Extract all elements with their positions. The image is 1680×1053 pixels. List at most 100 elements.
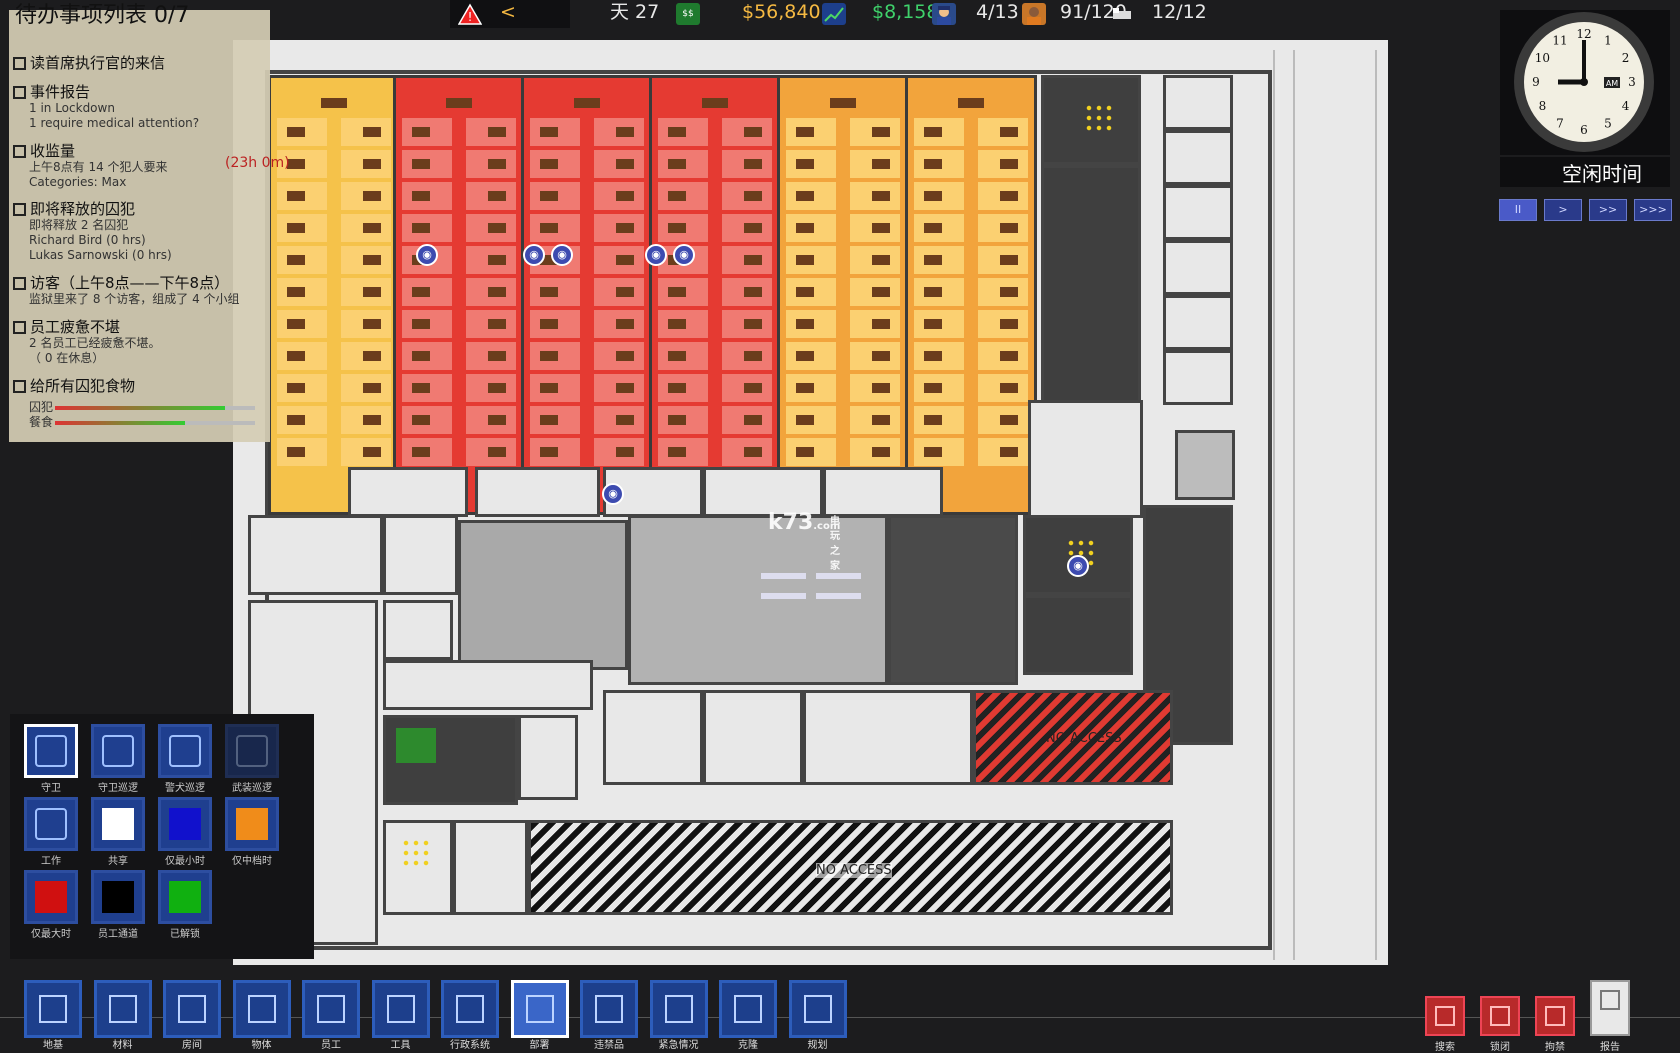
prison-cell[interactable] — [594, 374, 644, 402]
prison-cell[interactable] — [402, 374, 452, 402]
prison-cell[interactable] — [978, 214, 1028, 242]
prison-cell[interactable] — [850, 182, 900, 210]
todo-checkbox[interactable] — [13, 277, 26, 290]
cell-block-max-2[interactable] — [521, 75, 653, 515]
prison-cell[interactable] — [914, 406, 964, 434]
prison-cell[interactable] — [722, 374, 772, 402]
prison-cell[interactable] — [658, 278, 708, 306]
toolbar-staff-button[interactable] — [302, 980, 360, 1038]
prison-cell[interactable] — [722, 182, 772, 210]
guard-unit[interactable]: ◉ — [523, 244, 545, 266]
room[interactable] — [703, 690, 803, 785]
palette-staff-only-button[interactable] — [91, 870, 145, 924]
todo-item[interactable]: 收监量 — [13, 140, 75, 161]
speed-fastest-button[interactable]: >>> — [1634, 199, 1672, 221]
shower-room[interactable] — [888, 515, 1018, 685]
prison-cell[interactable] — [530, 214, 580, 242]
prison-cell[interactable] — [722, 310, 772, 338]
prison-cell[interactable] — [341, 310, 391, 338]
prison-cell[interactable] — [594, 150, 644, 178]
room[interactable] — [383, 600, 453, 660]
toolbar-emergency-button[interactable] — [649, 980, 708, 1038]
room[interactable] — [518, 715, 578, 800]
toolbar-contraband-button[interactable] — [580, 980, 638, 1038]
prison-cell[interactable] — [277, 246, 327, 274]
prison-cell[interactable] — [277, 374, 327, 402]
prison-cell[interactable] — [786, 246, 836, 274]
prison-cell[interactable] — [594, 214, 644, 242]
cell-block-max-3[interactable] — [649, 75, 781, 515]
guard-unit[interactable]: ◉ — [1067, 555, 1089, 577]
todo-item[interactable]: 员工疲惫不堪 — [13, 316, 120, 337]
prison-cell[interactable] — [341, 342, 391, 370]
cell-block-max-1[interactable] — [393, 75, 525, 515]
no-access-zone-1[interactable]: NO ACCESS — [973, 690, 1173, 785]
prison-cell[interactable] — [277, 438, 327, 466]
prison-cell[interactable] — [341, 118, 391, 146]
prison-cell[interactable] — [530, 374, 580, 402]
prison-cell[interactable] — [594, 342, 644, 370]
prison-cell[interactable] — [530, 406, 580, 434]
prison-cell[interactable] — [658, 182, 708, 210]
room[interactable] — [383, 715, 518, 805]
prison-cell[interactable] — [277, 182, 327, 210]
prison-cell[interactable] — [722, 342, 772, 370]
toolbar-planning-button[interactable] — [788, 980, 847, 1038]
prison-cell[interactable] — [978, 150, 1028, 178]
prison-cell[interactable] — [594, 406, 644, 434]
room[interactable] — [348, 467, 468, 517]
prison-cell[interactable] — [341, 214, 391, 242]
prison-cell[interactable] — [786, 406, 836, 434]
toolbar-foundation-button[interactable] — [24, 980, 82, 1038]
room[interactable] — [383, 515, 458, 595]
room[interactable] — [1041, 165, 1141, 415]
palette-armed-patrol-button[interactable] — [225, 724, 279, 778]
palette-guard-patrol-button[interactable] — [91, 724, 145, 778]
prison-cell[interactable] — [277, 214, 327, 242]
todo-item[interactable]: 读首席执行官的来信 — [13, 52, 165, 73]
toolbar-bureaucracy-button[interactable] — [441, 980, 499, 1038]
prison-cell[interactable] — [978, 182, 1028, 210]
prison-cell[interactable] — [402, 310, 452, 338]
toolbar-utilities-button[interactable] — [371, 980, 430, 1038]
prison-cell[interactable] — [850, 374, 900, 402]
prison-cell[interactable] — [978, 438, 1028, 466]
prison-cell[interactable] — [658, 406, 708, 434]
prison-cell[interactable] — [466, 150, 516, 178]
prison-cell[interactable] — [530, 118, 580, 146]
prison-cell[interactable] — [658, 342, 708, 370]
guard-unit[interactable]: ◉ — [602, 483, 624, 505]
no-access-zone-2[interactable]: NO ACCESS — [528, 820, 1173, 915]
prison-cell[interactable] — [914, 246, 964, 274]
prison-cell[interactable] — [466, 118, 516, 146]
prison-map[interactable]: NO ACCESS NO ACCESS ◉ ◉ ◉ ◉ ◉ ◉ ◉ k73.co… — [233, 40, 1388, 965]
room[interactable] — [1028, 400, 1143, 518]
prison-cell[interactable] — [850, 214, 900, 242]
todo-item[interactable]: 给所有囚犯食物 — [13, 375, 135, 396]
prison-cell[interactable] — [914, 374, 964, 402]
prison-cell[interactable] — [530, 438, 580, 466]
prison-cell[interactable] — [658, 374, 708, 402]
prison-cell[interactable] — [530, 310, 580, 338]
prison-cell[interactable] — [402, 406, 452, 434]
room[interactable] — [248, 515, 383, 595]
room[interactable] — [823, 467, 943, 517]
guard-unit[interactable]: ◉ — [673, 244, 695, 266]
prison-cell[interactable] — [722, 118, 772, 146]
prison-cell[interactable] — [914, 342, 964, 370]
todo-checkbox[interactable] — [13, 86, 26, 99]
prison-cell[interactable] — [914, 118, 964, 146]
prison-cell[interactable] — [658, 310, 708, 338]
prison-cell[interactable] — [277, 342, 327, 370]
toolbar-search-button[interactable] — [1425, 996, 1465, 1036]
prison-cell[interactable] — [594, 278, 644, 306]
prison-cell[interactable] — [722, 150, 772, 178]
prison-cell[interactable] — [914, 278, 964, 306]
prison-cell[interactable] — [341, 438, 391, 466]
prison-cell[interactable] — [850, 406, 900, 434]
prison-cell[interactable] — [466, 438, 516, 466]
yard[interactable] — [458, 520, 628, 670]
room[interactable] — [1175, 430, 1235, 500]
prison-cell[interactable] — [402, 342, 452, 370]
prison-cell[interactable] — [978, 310, 1028, 338]
